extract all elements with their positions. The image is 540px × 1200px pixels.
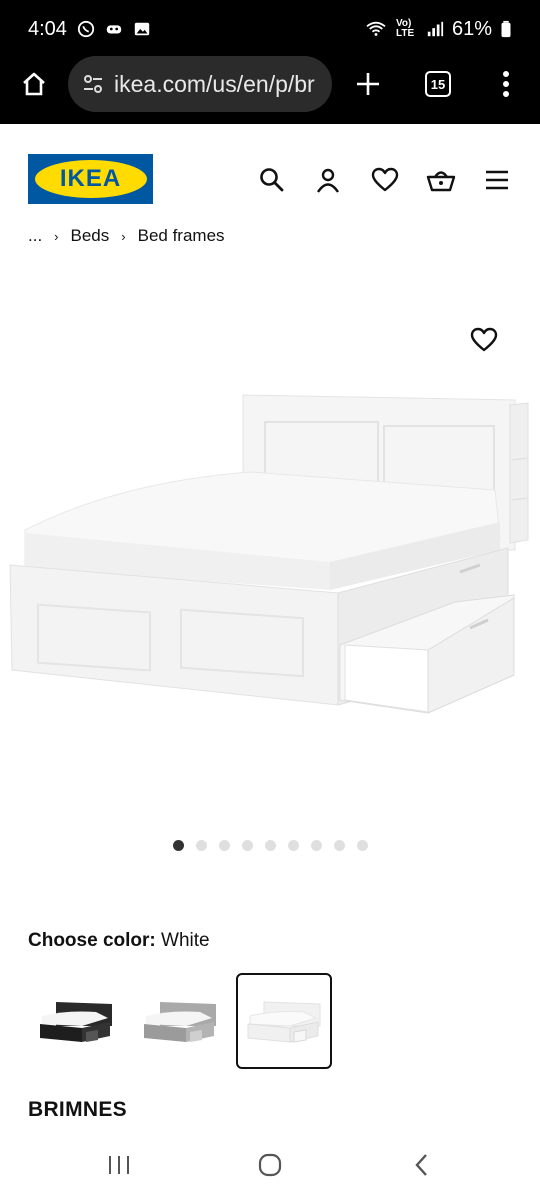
basket-button[interactable] [425, 164, 457, 196]
favorites-button[interactable] [369, 164, 401, 196]
swatch-black-brown[interactable] [28, 973, 124, 1069]
status-bar: 4:04 Vo) LTE 61% [0, 0, 540, 58]
menu-icon [486, 170, 508, 190]
menu-button[interactable] [481, 164, 513, 196]
breadcrumb: ... › Beds › Bed frames [28, 224, 225, 248]
url-bar[interactable]: ikea.com/us/en/p/br [68, 56, 332, 112]
add-to-favorites-button[interactable] [468, 324, 500, 356]
carousel-dot[interactable] [334, 840, 345, 851]
signal-icon [427, 21, 444, 37]
ikea-logo[interactable]: IKEA [28, 154, 153, 204]
breadcrumb-bed-frames[interactable]: Bed frames [138, 226, 225, 246]
account-icon [317, 168, 339, 193]
carousel-dots [173, 840, 368, 851]
heart-icon [371, 167, 399, 192]
selected-color: White [161, 930, 210, 951]
color-chooser-label: Choose color: White [28, 930, 210, 952]
account-button[interactable] [312, 164, 344, 196]
breadcrumb-ellipsis[interactable]: ... [28, 226, 42, 246]
swatch-image [40, 1002, 112, 1042]
carousel-dot[interactable] [265, 840, 276, 851]
wifi-icon [366, 21, 386, 36]
carousel-dot[interactable] [219, 840, 230, 851]
status-time: 4:04 [28, 17, 67, 40]
logo-text: IKEA [59, 165, 122, 192]
carousel-dot[interactable] [242, 840, 253, 851]
back-chevron-icon [415, 1154, 427, 1176]
plus-icon [357, 73, 379, 95]
battery-icon [501, 20, 511, 38]
home-icon [23, 72, 45, 96]
image-icon [134, 22, 150, 36]
home-nav-button[interactable] [252, 1150, 288, 1180]
carousel-dot[interactable] [311, 840, 322, 851]
battery-percent: 61% [451, 17, 492, 40]
tab-count: 15 [425, 71, 451, 97]
product-gallery[interactable] [0, 250, 540, 820]
carousel-dot[interactable] [173, 840, 184, 851]
browser-menu-button[interactable] [484, 62, 528, 106]
search-button[interactable] [256, 164, 288, 196]
swatch-gray[interactable] [132, 973, 228, 1069]
carousel-dot[interactable] [288, 840, 299, 851]
product-name: BRIMNES [28, 1098, 127, 1121]
basket-icon [426, 171, 456, 192]
tab-switcher-button[interactable]: 15 [416, 62, 460, 106]
network-label: Vo) LTE [395, 18, 415, 39]
swatch-image [247, 1001, 321, 1043]
back-button[interactable] [404, 1150, 440, 1180]
recent-apps-button[interactable] [101, 1150, 137, 1180]
game-icon [106, 25, 122, 34]
home-button[interactable] [12, 62, 56, 106]
status-right: Vo) LTE 61% [364, 18, 512, 41]
chevron-right-icon: › [121, 228, 126, 244]
color-swatches [28, 973, 332, 1069]
site-header: IKEA [0, 124, 540, 224]
viber-icon [77, 20, 95, 38]
swatch-image [144, 1002, 216, 1042]
product-image [9, 394, 529, 714]
swatch-white[interactable] [236, 973, 332, 1069]
more-vertical-icon [503, 71, 509, 97]
new-tab-button[interactable] [346, 62, 390, 106]
chevron-right-icon: › [54, 228, 59, 244]
search-icon [260, 168, 284, 192]
home-circle-icon [258, 1153, 282, 1177]
heart-icon [470, 327, 498, 352]
choose-color-label: Choose color: [28, 930, 156, 951]
breadcrumb-beds[interactable]: Beds [71, 226, 110, 246]
status-left: 4:04 [28, 18, 151, 41]
site-settings-icon [84, 75, 102, 93]
recent-apps-icon [109, 1156, 129, 1174]
carousel-dot[interactable] [357, 840, 368, 851]
carousel-dot[interactable] [196, 840, 207, 851]
logo-oval: IKEA [34, 160, 147, 198]
url-text: ikea.com/us/en/p/br [114, 70, 315, 97]
